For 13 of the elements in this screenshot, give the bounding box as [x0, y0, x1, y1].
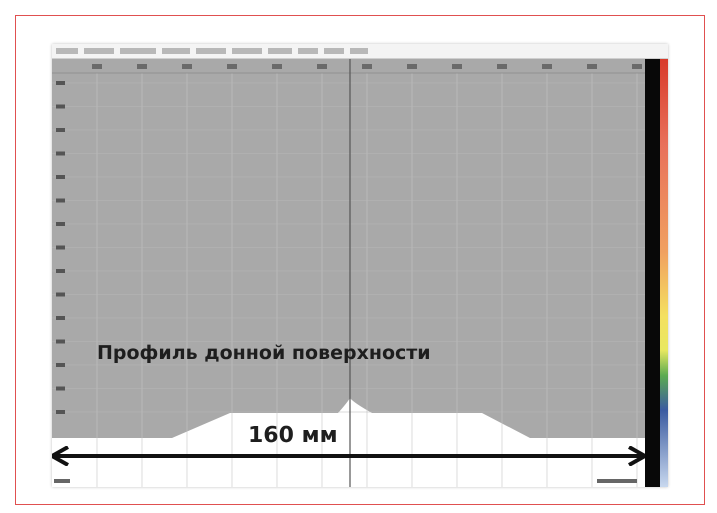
toolbar-control-icon[interactable] — [350, 48, 368, 54]
dimension-label: 160 мм — [248, 423, 338, 448]
toolbar-control-icon[interactable] — [120, 48, 156, 54]
toolbar-control-icon[interactable] — [84, 48, 114, 54]
toolbar-control-icon[interactable] — [56, 48, 78, 54]
axis-end-label — [54, 479, 70, 483]
axis-end-label — [597, 479, 637, 483]
toolbar-control-icon[interactable] — [196, 48, 226, 54]
toolbar-control-icon[interactable] — [298, 48, 318, 54]
toolbar-control-icon[interactable] — [324, 48, 344, 54]
toolbar-control-icon[interactable] — [232, 48, 262, 54]
toolbar-control-icon[interactable] — [268, 48, 292, 54]
toolbar-control-icon[interactable] — [162, 48, 190, 54]
